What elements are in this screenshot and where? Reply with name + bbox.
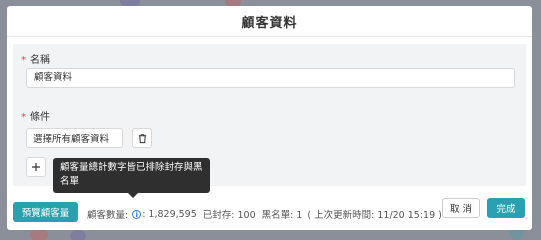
name-input[interactable]: 顧客資料 — [26, 68, 515, 88]
done-button[interactable]: 完成 — [487, 198, 525, 218]
modal-header: 顧客資料 — [7, 6, 532, 37]
archived-count: 已封存: 100 — [202, 210, 256, 221]
customer-count-label: 顧客數量: — [87, 210, 129, 221]
cancel-button[interactable]: 取 消 — [442, 198, 480, 218]
required-marker: * — [21, 55, 26, 66]
required-marker: * — [21, 112, 26, 123]
chevron-down-icon — [115, 137, 116, 139]
info-icon[interactable]: i — [132, 209, 142, 219]
name-field-label: * 名稱 — [21, 51, 50, 66]
condition-label-text: 條件 — [30, 112, 50, 123]
preview-customers-button[interactable]: 預覽顧客量 — [13, 202, 78, 222]
blacklist-count: 黑名單: 1 — [261, 210, 303, 221]
trash-icon — [138, 133, 146, 143]
delete-condition-button[interactable] — [132, 128, 152, 148]
customer-data-modal: 顧客資料 * 名稱 顧客資料 * 條件 選擇所有顧客資料 顧客量總計數字皆已排除… — [7, 6, 532, 230]
info-tooltip: 顧客量總計數字皆已排除封存與黑名單 — [53, 158, 210, 198]
add-condition-button[interactable] — [26, 157, 46, 177]
customer-stats: 顧客數量: i : 1,829,595 已封存: 100 黑名單: 1 ( 上次… — [87, 207, 442, 222]
customer-count-value: : 1,829,595 — [142, 208, 197, 220]
condition-select-value: 選擇所有顧客資料 — [33, 134, 110, 145]
last-updated: ( 上次更新時間: 11/20 15:19 ) — [307, 210, 442, 221]
modal-footer: 預覽顧客量 顧客數量: i : 1,829,595 已封存: 100 黑名單: … — [7, 195, 532, 225]
background-decoration — [70, 230, 86, 240]
plus-icon — [32, 163, 40, 171]
name-label-text: 名稱 — [30, 55, 50, 66]
condition-select[interactable]: 選擇所有顧客資料 — [26, 128, 123, 148]
condition-field-label: * 條件 — [21, 108, 50, 123]
modal-title: 顧客資料 — [241, 15, 298, 31]
